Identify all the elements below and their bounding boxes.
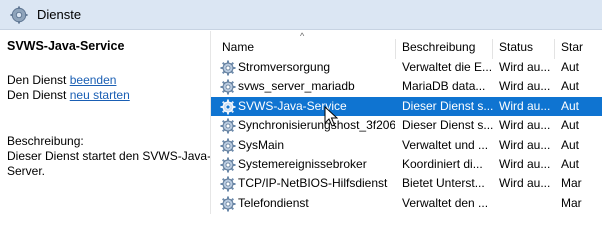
service-gear-icon — [220, 176, 236, 192]
service-gear-icon — [220, 157, 236, 173]
services-table: ^ Name Beschreibung Status Star Stromver… — [210, 31, 602, 214]
cell-status: Wird au... — [499, 60, 551, 74]
cell-description: Bietet Unterst... — [402, 176, 485, 191]
service-gear-icon — [220, 196, 236, 212]
column-header-start-type[interactable]: Star — [555, 39, 602, 59]
service-gear-icon — [220, 118, 236, 134]
table-row[interactable]: Stromversorgung Verwaltet die E... Wird … — [211, 58, 602, 77]
table-row[interactable]: Telefondienst Verwaltet den ... Mar — [211, 194, 602, 213]
service-gear-icon — [220, 138, 236, 154]
cell-description: Verwaltet und ... — [402, 137, 489, 152]
window-title: Dienste — [37, 7, 82, 22]
stop-action-prefix: Den Dienst — [7, 73, 67, 87]
stop-service-link[interactable]: beenden — [70, 73, 117, 87]
cell-name: Telefondienst — [238, 195, 309, 210]
cell-start-type: Aut — [561, 156, 580, 171]
cell-start-type: Aut — [561, 60, 580, 74]
cell-description: Verwaltet den ... — [402, 195, 489, 210]
cell-start-type: Aut — [561, 137, 580, 152]
description-text-line2: Server. — [7, 164, 46, 178]
cell-status: Wird au... — [499, 156, 551, 171]
cell-start-type: Aut — [561, 98, 580, 113]
table-row[interactable]: TCP/IP-NetBIOS-Hilfsdienst Bietet Unters… — [211, 174, 602, 193]
table-row-selected[interactable]: SVWS-Java-Service Dieser Dienst s... Wir… — [211, 96, 602, 117]
cell-name: SysMain — [238, 137, 285, 152]
column-header-status[interactable]: Status — [493, 39, 555, 59]
cell-name: Stromversorgung — [238, 60, 331, 74]
gear-icon — [10, 5, 28, 24]
cell-name: Synchronisierungshost_3f206 — [238, 118, 395, 133]
cell-status: Wird au... — [499, 137, 551, 152]
table-header: ^ Name Beschreibung Status Star — [211, 31, 602, 61]
cell-name: SVWS-Java-Service — [238, 98, 347, 113]
cell-start-type: Mar — [561, 195, 582, 210]
column-header-name[interactable]: Name — [216, 39, 396, 59]
cell-status: Wird au... — [499, 98, 551, 113]
stop-action-line: Den Dienst beenden — [7, 73, 210, 88]
cell-status: Wird au... — [499, 118, 551, 133]
cell-name: Systemereignissebroker — [238, 156, 367, 171]
mouse-cursor-icon — [324, 106, 338, 127]
service-details-panel: SVWS-Java-Service Den Dienst beenden Den… — [0, 31, 212, 214]
cell-start-type: Aut — [561, 79, 580, 94]
cell-start-type: Mar — [561, 176, 582, 191]
table-row[interactable]: Synchronisierungshost_3f206 Dieser Diens… — [211, 116, 602, 135]
restart-action-prefix: Den Dienst — [7, 88, 67, 102]
description-block: Beschreibung: Dieser Dienst startet den … — [7, 134, 212, 179]
cell-status: Wird au... — [499, 79, 551, 94]
cell-start-type: Aut — [561, 118, 580, 133]
table-row[interactable]: SysMain Verwaltet und ... Wird au... Aut — [211, 136, 602, 155]
description-text-line1: Dieser Dienst startet den SVWS-Java- — [7, 149, 212, 163]
cell-description: Verwaltet die E... — [402, 60, 493, 74]
restart-service-link[interactable]: neu starten — [70, 88, 130, 102]
window-header: Dienste — [0, 0, 602, 30]
table-row[interactable]: Systemereignissebroker Koordiniert di...… — [211, 155, 602, 174]
cell-status — [499, 194, 554, 213]
cell-description: Dieser Dienst s... — [402, 98, 494, 113]
cell-description: Dieser Dienst s... — [402, 118, 494, 133]
service-gear-icon — [220, 79, 236, 95]
cell-name: svws_server_mariadb — [238, 79, 355, 94]
service-gear-icon — [220, 99, 236, 115]
cell-name: TCP/IP-NetBIOS-Hilfsdienst — [238, 176, 388, 191]
cell-description: MariaDB data... — [402, 79, 486, 94]
table-body: Stromversorgung Verwaltet die E... Wird … — [211, 58, 602, 213]
restart-action-line: Den Dienst neu starten — [7, 88, 210, 103]
column-header-description[interactable]: Beschreibung — [396, 39, 493, 59]
cell-description: Koordiniert di... — [402, 156, 483, 171]
cell-status: Wird au... — [499, 176, 551, 191]
table-row[interactable]: svws_server_mariadb MariaDB data... Wird… — [211, 77, 602, 96]
service-gear-icon — [220, 60, 236, 76]
service-title: SVWS-Java-Service — [7, 39, 125, 53]
description-label: Beschreibung: — [7, 134, 84, 148]
